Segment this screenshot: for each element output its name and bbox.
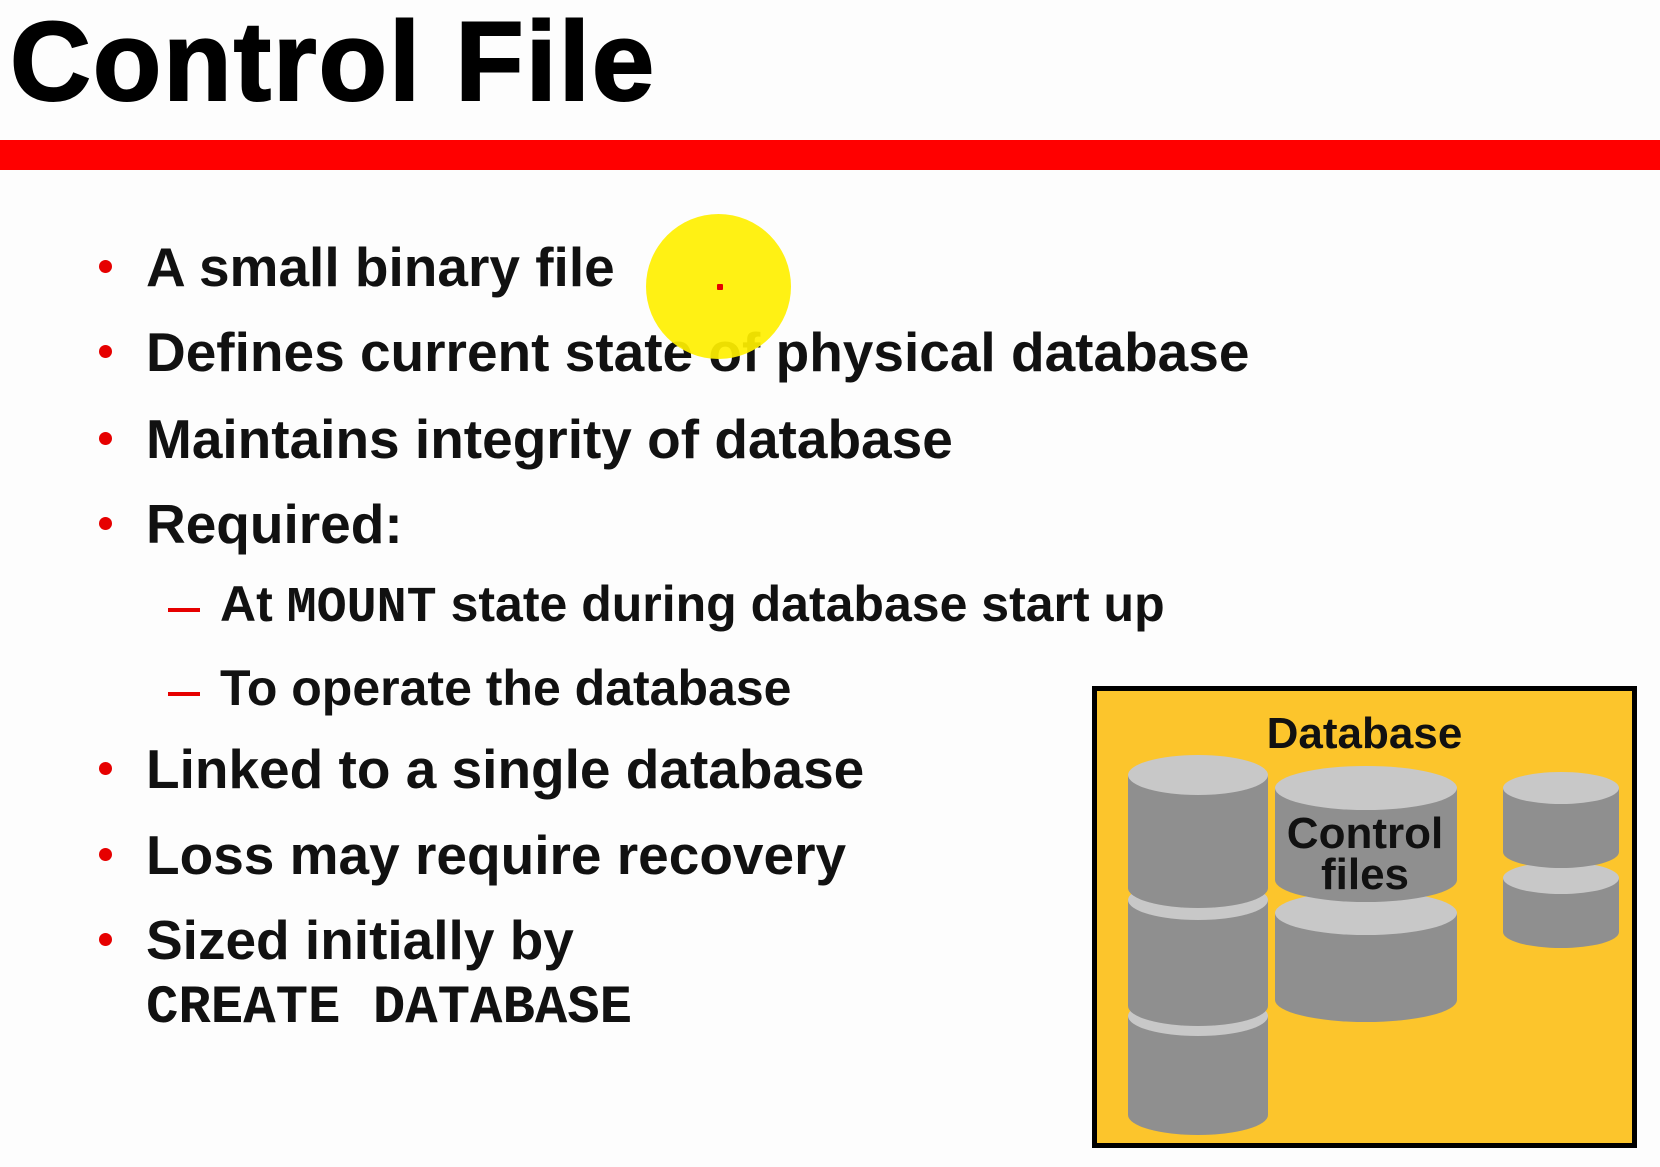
datafile-stack-left <box>1128 755 1268 1135</box>
database-diagram-cylinders <box>1128 755 1619 1135</box>
slide: Control File A small binary file Defines… <box>0 0 1660 1167</box>
pointer-dot <box>717 284 723 290</box>
control-files-label: Control files <box>1265 809 1465 899</box>
control-files-label-line2: files <box>1320 850 1410 899</box>
control-files-label-line1: Control <box>1286 809 1444 858</box>
datafile-stack-right <box>1503 772 1619 948</box>
